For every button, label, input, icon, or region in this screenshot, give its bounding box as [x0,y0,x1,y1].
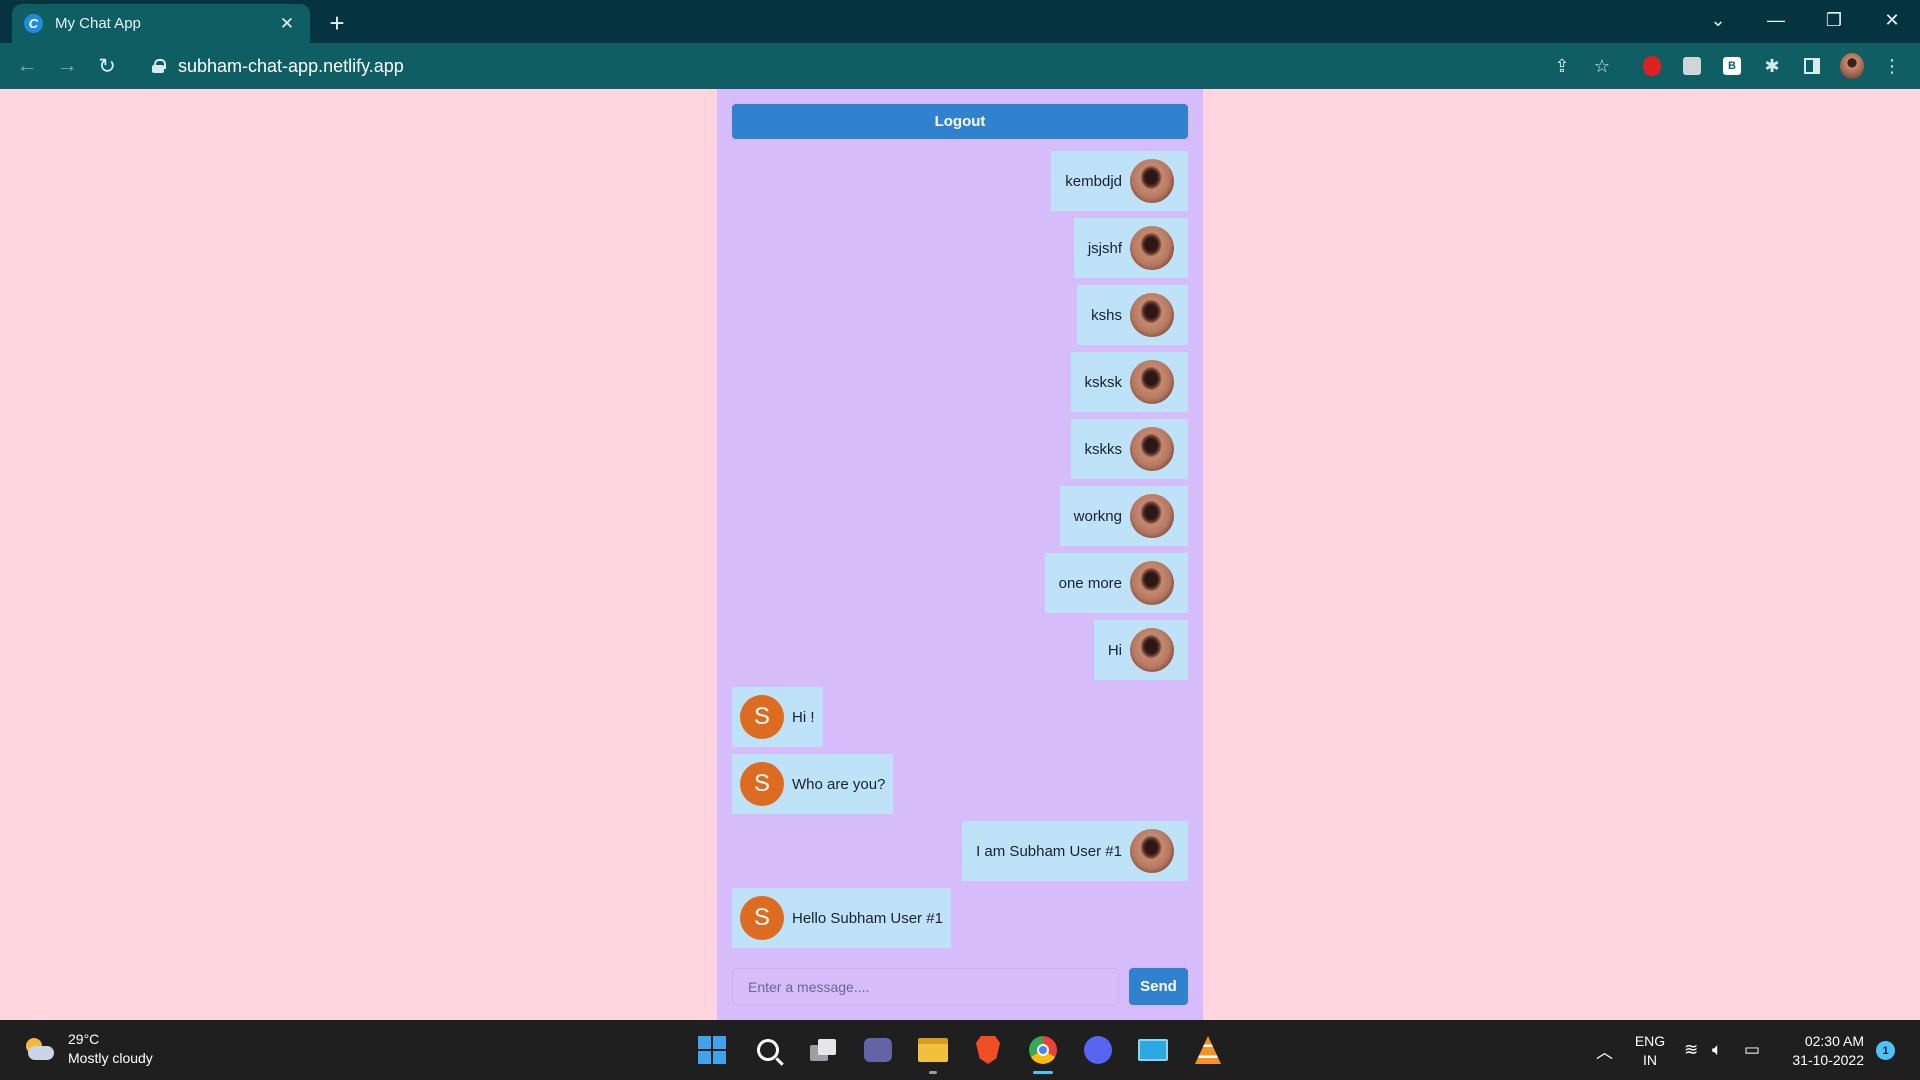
message-bubble-sent: one more [1044,553,1188,613]
chrome-icon[interactable] [1025,1032,1061,1074]
message-bubble-sent: jsjshf [1073,218,1188,278]
message-text: kshs [1091,306,1122,324]
teams-icon[interactable] [860,1032,896,1068]
message-bubble-received: S Who are you? [732,754,894,814]
input-language-indicator[interactable]: ENG IN [1634,1032,1666,1070]
battery-icon[interactable]: ▭ [1744,1038,1760,1062]
new-tab-button[interactable]: + [322,8,352,38]
sender-initial-avatar: S [740,695,784,739]
message-text: I am Subham User #1 [976,842,1122,860]
weather-temperature: 29°C [68,1031,100,1047]
message-text: Hi ! [792,708,815,726]
chat-panel: Logout kembdjd jsjshf kshs ksksk kskks w… [717,89,1203,1020]
browser-tab[interactable]: C My Chat App ✕ [12,4,310,43]
notification-badge[interactable]: 1 [1876,1041,1895,1060]
browser-toolbar: ← → ↻ subham-chat-app.netlify.app ⇪ ☆ B … [0,43,1920,89]
partly-cloudy-icon [22,1036,54,1062]
message-bubble-sent: Hi [1093,620,1188,680]
forward-arrow-icon[interactable]: → [52,51,82,81]
extension-gray-icon[interactable] [1680,54,1704,78]
language-code: ENG [1634,1033,1666,1049]
extension-red-icon[interactable] [1640,54,1664,78]
profile-avatar-icon[interactable] [1840,53,1864,79]
user-avatar [1130,427,1174,471]
tab-search-icon[interactable]: ⌄ [1690,0,1746,40]
address-bar[interactable]: subham-chat-app.netlify.app [140,51,1380,81]
wifi-icon[interactable]: ≋ [1684,1038,1698,1062]
user-avatar [1130,829,1174,873]
weather-description: Mostly cloudy [68,1050,153,1066]
sender-initial-avatar: S [740,896,784,940]
search-icon[interactable] [750,1032,786,1068]
message-text: Who are you? [792,775,886,793]
message-bubble-sent: ksksk [1070,352,1188,412]
message-input[interactable] [732,968,1119,1005]
system-clock[interactable]: 02:30 AM 31-10-2022 [1784,1032,1864,1070]
share-icon[interactable]: ⇪ [1550,54,1574,78]
user-avatar [1130,159,1174,203]
send-button[interactable]: Send [1129,968,1188,1005]
message-text: workng [1073,507,1122,525]
user-avatar [1130,360,1174,404]
url-text: subham-chat-app.netlify.app [178,55,404,76]
message-bubble-sent: workng [1059,486,1188,546]
region-code: IN [1643,1052,1657,1068]
extensions-puzzle-icon[interactable]: ✱ [1760,54,1784,78]
user-avatar [1130,226,1174,270]
user-avatar [1130,293,1174,337]
message-text: Hello Subham User #1 [792,909,943,927]
extension-b-icon[interactable]: B [1720,54,1744,78]
message-text: ksksk [1084,373,1123,391]
message-bubble-sent: I am Subham User #1 [962,821,1188,881]
logout-button[interactable]: Logout [732,104,1188,139]
message-bubble-received: S Hi ! [732,687,823,747]
chat-app-favicon-icon: C [24,14,43,33]
volume-icon[interactable]: 🔈︎ [1712,1038,1722,1062]
browser-tab-strip: C My Chat App ✕ + ⌄ — ❐ ✕ [0,0,1920,43]
message-text: one more [1058,574,1122,592]
discord-icon[interactable] [1080,1032,1116,1068]
tab-title: My Chat App [55,15,141,32]
message-bubble-sent: kshs [1077,285,1188,345]
message-composer: Send [732,968,1188,1005]
clock-time: 02:30 AM [1804,1033,1864,1049]
back-arrow-icon[interactable]: ← [12,51,42,81]
restore-button[interactable]: ❐ [1806,0,1862,40]
tab-close-icon[interactable]: ✕ [276,13,298,35]
brave-icon[interactable] [970,1032,1006,1068]
sender-initial-avatar: S [740,762,784,806]
windows-taskbar: 29°C Mostly cloudy ︿ ENG IN ≋ 🔈︎ ▭ 02:30… [0,1020,1920,1080]
start-icon[interactable] [694,1032,730,1068]
lock-icon[interactable] [152,59,166,73]
vlc-icon[interactable] [1190,1032,1226,1068]
task-view-icon[interactable] [805,1032,841,1068]
side-panel-icon[interactable] [1800,54,1824,78]
user-avatar [1130,561,1174,605]
clock-date: 31-10-2022 [1792,1052,1864,1068]
reload-icon[interactable]: ↻ [92,51,122,81]
file-explorer-icon[interactable] [915,1032,951,1074]
message-bubble-received: S Hello Subham User #1 [732,888,951,948]
close-window-button[interactable]: ✕ [1864,0,1920,40]
weather-widget[interactable]: 29°C Mostly cloudy [22,1030,153,1068]
bookmark-star-icon[interactable]: ☆ [1590,54,1614,78]
user-avatar [1130,628,1174,672]
message-text: jsjshf [1087,239,1122,257]
menu-kebab-icon[interactable]: ⋮ [1880,54,1904,78]
message-bubble-sent: kskks [1070,419,1188,479]
show-hidden-icons-chevron-icon[interactable]: ︿ [1596,1038,1613,1062]
message-text: Hi [1107,641,1122,659]
message-text: kskks [1084,440,1123,458]
message-bubble-sent: kembdjd [1051,151,1188,211]
user-avatar [1130,494,1174,538]
minimize-button[interactable]: — [1748,0,1804,40]
remote-desktop-icon[interactable] [1135,1032,1171,1068]
message-text: kembdjd [1065,172,1122,190]
